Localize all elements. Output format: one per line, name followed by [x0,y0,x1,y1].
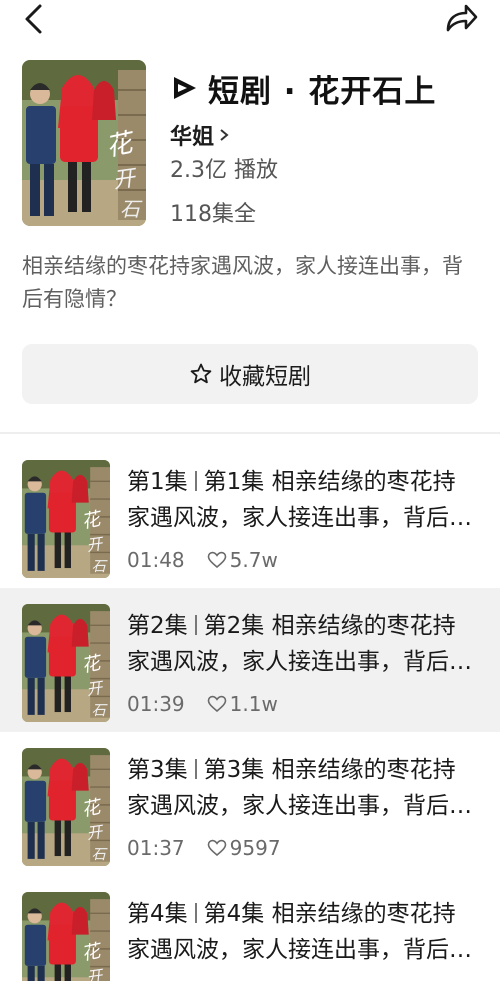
heart-outline-icon [207,551,226,569]
share-button[interactable] [442,0,480,36]
episode-duration: 01:39 [127,692,185,716]
drama-synopsis: 相亲结缘的枣花持家遇风波，家人接连出事，背后有隐情？ [22,254,463,311]
episode-meta: 01:37 9597 [127,834,281,862]
separator [194,615,197,635]
separator [194,471,197,491]
top-bar [0,0,500,40]
heart-outline-icon [207,695,226,713]
drama-header: 短剧 · 花开石上 华姐 2.3亿 播放 118集全 [0,56,500,231]
author-name: 华姐 [170,125,215,150]
separator [194,903,197,923]
section-divider [0,432,500,434]
episode-number: 第3集 [127,757,188,783]
episode-number: 第1集 [127,469,188,495]
episode-number: 第4集 [127,901,188,927]
episode-number: 第2集 [127,613,188,639]
collect-button-label: 收藏短剧 [219,364,311,390]
episode-thumbnail [22,748,110,866]
episode-title: 第4集第4集 相亲结缘的枣花持家遇风波，家人接连出事，背后有隐情？ [127,896,472,968]
episode-likes: 9597 [229,836,281,860]
chevron-left-icon [25,4,42,34]
episode-title: 第3集第3集 相亲结缘的枣花持家遇风波，家人接连出事，背后有隐情？ [127,752,472,824]
episode-thumbnail [22,460,110,578]
back-button[interactable] [18,2,52,36]
episode-meta: 01:39 1.1w [127,690,278,718]
episode-row-3[interactable]: 第3集第3集 相亲结缘的枣花持家遇风波，家人接连出事，背后有隐情？ 01:37 … [0,732,500,876]
heart-outline-icon [207,839,226,857]
drama-title: 短剧 · 花开石上 [208,73,437,110]
star-outline-icon [190,363,212,384]
drama-cover-image[interactable] [22,60,146,226]
separator [194,759,197,779]
episode-list: 第1集第1集 相亲结缘的枣花持家遇风波，家人接连出事，背后有隐情？ 01:48 … [0,444,500,981]
episode-duration: 01:48 [127,548,185,572]
chevron-right-icon [220,129,229,141]
collect-drama-button[interactable]: 收藏短剧 [22,344,478,404]
episode-duration: 01:37 [127,836,185,860]
episode-likes: 1.1w [229,692,278,716]
play-logo-icon [174,77,196,99]
episode-row-1[interactable]: 第1集第1集 相亲结缘的枣花持家遇风波，家人接连出事，背后有隐情？ 01:48 … [0,444,500,588]
episode-thumbnail [22,892,110,981]
episode-title: 第2集第2集 相亲结缘的枣花持家遇风波，家人接连出事，背后有隐情？ [127,608,472,680]
author-link[interactable]: 华姐 [170,120,230,150]
episode-meta: 01:48 5.7w [127,546,278,574]
episode-thumbnail [22,604,110,722]
episode-title: 第1集第1集 相亲结缘的枣花持家遇风波，家人接连出事，背后有隐情？ [127,464,472,536]
play-count: 2.3亿 播放 [170,158,278,183]
share-arrow-icon [446,4,478,32]
episode-row-4[interactable]: 第4集第4集 相亲结缘的枣花持家遇风波，家人接连出事，背后有隐情？ [0,876,500,981]
drama-title-row: 短剧 · 花开石上 [170,66,436,110]
episode-likes: 5.7w [229,548,278,572]
episode-row-2[interactable]: 第2集第2集 相亲结缘的枣花持家遇风波，家人接连出事，背后有隐情？ 01:39 … [0,588,500,732]
episode-total: 118集全 [170,202,256,227]
